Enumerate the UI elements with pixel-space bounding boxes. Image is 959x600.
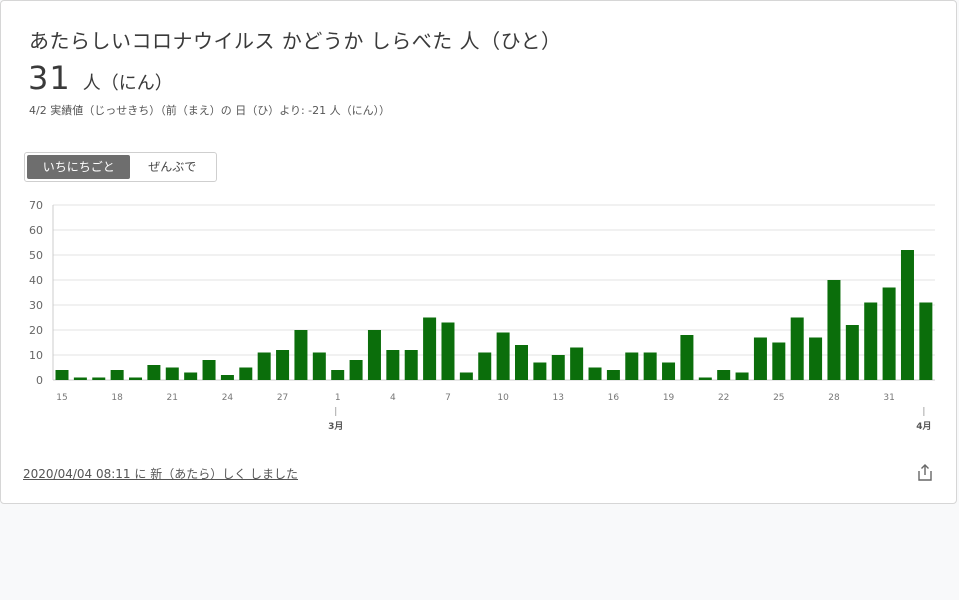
x-tick-label: 13: [553, 393, 564, 403]
total-toggle-button[interactable]: ぜんぶで: [130, 155, 214, 179]
bar: [386, 350, 400, 380]
bar: [882, 287, 896, 380]
bar: [662, 362, 676, 380]
bar: [606, 370, 620, 380]
y-tick-label: 70: [29, 199, 43, 212]
bar: [625, 352, 639, 380]
y-tick-label: 20: [29, 324, 43, 337]
bar: [331, 370, 345, 380]
bar: [55, 370, 69, 380]
month-label: 3月: [328, 421, 343, 432]
bar: [423, 317, 437, 380]
bar: [772, 342, 786, 380]
x-tick-label: 24: [222, 393, 234, 403]
bar: [864, 302, 878, 380]
x-tick-label: 31: [883, 393, 894, 403]
y-tick-label: 60: [29, 224, 43, 237]
month-label: 4月: [916, 421, 931, 432]
bar: [900, 250, 914, 380]
bar: [165, 367, 179, 380]
daily-toggle-button[interactable]: いちにちごと: [27, 155, 131, 179]
view-toggle: いちにちごと ぜんぶで: [24, 152, 217, 182]
latest-count-value: 31: [28, 59, 71, 97]
bar: [698, 377, 712, 380]
latest-count: 31 人（にん）: [28, 59, 173, 97]
y-tick-label: 50: [29, 249, 43, 262]
bar: [570, 347, 584, 380]
latest-count-unit: 人（にん）: [82, 73, 173, 94]
bar: [367, 330, 381, 380]
bar: [276, 350, 290, 380]
bar: [129, 377, 143, 380]
x-tick-label: 15: [56, 393, 67, 403]
bar: [441, 322, 455, 380]
x-tick-label: 10: [497, 393, 509, 403]
bar: [404, 350, 418, 380]
last-updated-link[interactable]: 2020/04/04 08:11 に 新（あたら）しく しました: [23, 465, 298, 482]
bar: [202, 360, 216, 380]
bar: [790, 317, 804, 380]
bar: [845, 325, 859, 380]
bar: [257, 352, 271, 380]
x-tick-label: 28: [828, 393, 840, 403]
bar: [73, 377, 87, 380]
bar: [551, 355, 565, 380]
bar: [184, 372, 198, 380]
bar: [717, 370, 731, 380]
bar: [643, 352, 657, 380]
bar: [294, 330, 308, 380]
bar: [809, 337, 823, 380]
card-title: あたらしいコロナウイルス かどうか しらべた 人（ひと）: [29, 29, 562, 53]
x-tick-label: 4: [390, 393, 396, 403]
x-tick-label: 16: [608, 393, 620, 403]
bar: [827, 280, 841, 380]
y-tick-label: 10: [29, 349, 43, 362]
bar: [147, 365, 161, 380]
bar: [515, 345, 528, 380]
bar: [680, 335, 694, 380]
chart-card: あたらしいコロナウイルス かどうか しらべた 人（ひと） 31 人（にん） 4/2…: [0, 0, 957, 504]
daily-tests-bar-chart: 0 10 20 30 40 50 60 70 15 18 21 24 27 1 4 7 10 13 16 19 22 25…: [29, 199, 935, 432]
x-tick-label: 27: [277, 393, 288, 403]
y-tick-label: 40: [29, 274, 43, 287]
bar: [919, 302, 933, 380]
bar: [753, 337, 767, 380]
bar: [312, 352, 326, 380]
bar: [588, 367, 602, 380]
x-tick-label: 7: [445, 393, 451, 403]
y-tick-label: 0: [36, 374, 43, 387]
bar: [239, 367, 253, 380]
bar: [220, 375, 234, 380]
bar: [478, 352, 492, 380]
x-tick-label: 22: [718, 393, 729, 403]
x-tick-label: 25: [773, 393, 784, 403]
bar: [496, 332, 510, 380]
comparison-note: 4/2 実績値（じっせきち）（前（まえ）の 日（ひ）より: -21 人（にん））: [29, 104, 391, 117]
x-tick-label: 18: [111, 393, 123, 403]
y-tick-label: 30: [29, 299, 43, 312]
x-tick-label: 1: [335, 393, 341, 403]
bar: [459, 372, 473, 380]
x-tick-label: 21: [167, 393, 178, 403]
bar: [533, 362, 547, 380]
bar: [92, 377, 106, 380]
x-tick-label: 19: [663, 393, 675, 403]
share-icon[interactable]: [915, 463, 935, 483]
bar: [735, 372, 749, 380]
bar: [349, 360, 363, 380]
bar: [110, 370, 124, 380]
